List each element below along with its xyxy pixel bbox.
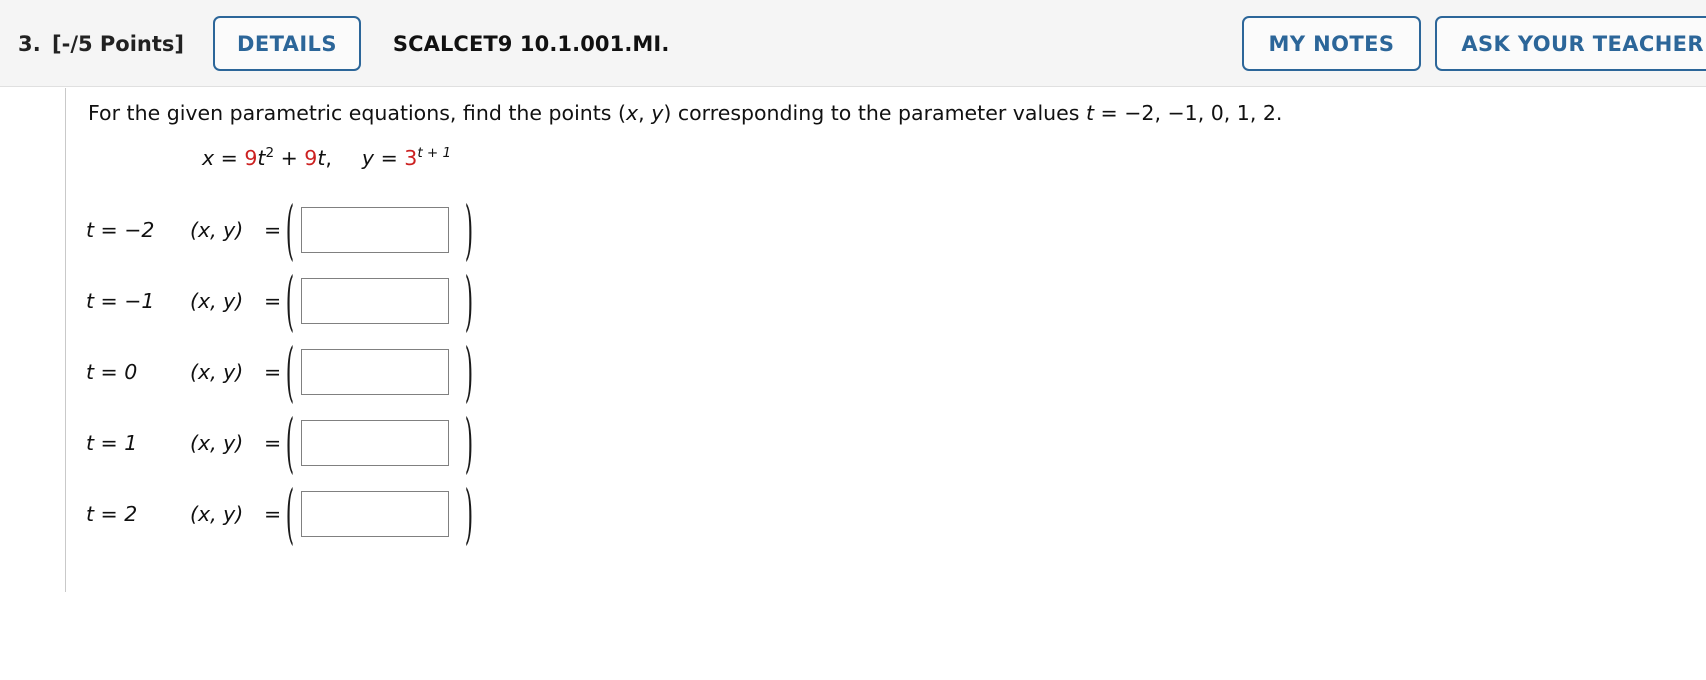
row-open-paren: ( xyxy=(285,404,295,481)
equation-x-variable: x xyxy=(202,146,215,170)
row-equals-sign: = xyxy=(264,430,282,455)
answer-input[interactable] xyxy=(301,490,449,537)
ask-your-teacher-button[interactable]: ASK YOUR TEACHER xyxy=(1435,16,1706,71)
equation-x-term1-exponent: 2 xyxy=(265,145,275,162)
row-xy-label: (x, y) xyxy=(190,217,244,242)
prompt-comma: , xyxy=(638,101,652,125)
row-t-label: t = 0 xyxy=(86,359,138,384)
row-t-label: t = 1 xyxy=(86,430,138,455)
row-open-paren: ( xyxy=(285,475,295,552)
row-close-paren: ) xyxy=(464,333,474,410)
details-button[interactable]: DETAILS xyxy=(213,16,361,71)
equation-x-plus: + xyxy=(274,146,305,170)
equation-y-equals: = xyxy=(374,146,405,170)
equation-y-exponent: t + 1 xyxy=(417,145,452,162)
answer-input[interactable] xyxy=(301,419,449,466)
prompt-text-part-1: For the given parametric equations, find… xyxy=(88,101,626,125)
equation-y-coefficient: 3 xyxy=(404,146,418,170)
row-equals-sign: = xyxy=(264,288,282,313)
row-equals-sign: = xyxy=(264,217,282,242)
row-open-paren: ( xyxy=(285,333,295,410)
question-header-left-group: 3. [-/5 Points] DETAILS SCALCET9 10.1.00… xyxy=(18,0,669,87)
answer-input[interactable] xyxy=(301,348,449,395)
question-prompt: For the given parametric equations, find… xyxy=(88,100,1282,127)
equation-x-coefficient-2: 9 xyxy=(304,146,318,170)
row-open-paren: ( xyxy=(285,262,295,339)
row-xy-label: (x, y) xyxy=(190,288,244,313)
answer-row: t = 2 (x, y) = ( ) xyxy=(66,475,1706,552)
row-t-label: t = −1 xyxy=(86,288,155,313)
row-equals-sign: = xyxy=(264,501,282,526)
row-t-label: t = −2 xyxy=(86,217,155,242)
answer-row: t = −1 (x, y) = ( ) xyxy=(66,262,1706,339)
row-xy-label: (x, y) xyxy=(190,430,244,455)
prompt-text-part-2: ) corresponding to the parameter values xyxy=(663,101,1086,125)
answer-row: t = −2 (x, y) = ( ) xyxy=(66,191,1706,268)
question-body-container: For the given parametric equations, find… xyxy=(65,88,1706,592)
prompt-var-t: t xyxy=(1085,101,1095,125)
textbook-reference-code: SCALCET9 10.1.001.MI. xyxy=(392,31,670,56)
question-points: [-/5 Points] xyxy=(52,31,185,56)
row-close-paren: ) xyxy=(464,262,474,339)
parametric-equations: x = 9t2 + 9t, y = 3t + 1 xyxy=(202,146,451,170)
row-open-paren: ( xyxy=(285,191,295,268)
answer-row: t = 0 (x, y) = ( ) xyxy=(66,333,1706,410)
equation-y-variable: y xyxy=(361,146,375,170)
row-close-paren: ) xyxy=(464,191,474,268)
question-header-bar: 3. [-/5 Points] DETAILS SCALCET9 10.1.00… xyxy=(0,0,1706,87)
row-equals-sign: = xyxy=(264,359,282,384)
prompt-text-part-3: = −2, −1, 0, 1, 2. xyxy=(1094,101,1283,125)
answer-input[interactable] xyxy=(301,206,449,253)
answer-row: t = 1 (x, y) = ( ) xyxy=(66,404,1706,481)
equation-x-coefficient-1: 9 xyxy=(244,146,258,170)
row-t-label: t = 2 xyxy=(86,501,138,526)
equation-x-equals: = xyxy=(214,146,245,170)
equation-x-trailing-comma: , xyxy=(325,146,332,170)
question-header-right-group: MY NOTES ASK YOUR TEACHER xyxy=(1241,0,1706,87)
answer-input[interactable] xyxy=(301,277,449,324)
row-xy-label: (x, y) xyxy=(190,359,244,384)
prompt-var-x: x xyxy=(626,101,639,125)
row-xy-label: (x, y) xyxy=(190,501,244,526)
prompt-var-y: y xyxy=(651,101,664,125)
question-number: 3. xyxy=(18,31,41,56)
row-close-paren: ) xyxy=(464,404,474,481)
answer-rows-list: t = −2 (x, y) = ( ) t = −1 (x, y) = ( ) … xyxy=(66,191,1706,552)
row-close-paren: ) xyxy=(464,475,474,552)
my-notes-button[interactable]: MY NOTES xyxy=(1241,16,1422,71)
